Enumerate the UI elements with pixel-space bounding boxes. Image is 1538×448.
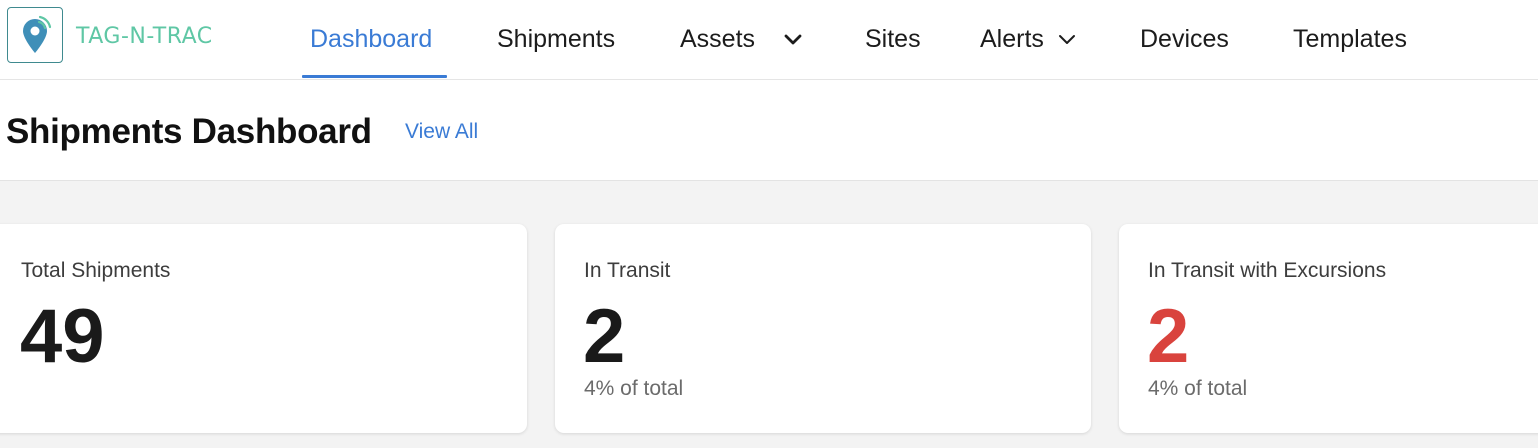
page-title: Shipments Dashboard [6,112,372,151]
chevron-down-icon[interactable] [784,34,802,46]
nav-templates[interactable]: Templates [1293,0,1407,79]
nav-devices[interactable]: Devices [1140,0,1229,79]
card-label: Total Shipments [21,259,171,282]
page-header: Shipments Dashboard View All [0,80,1538,181]
card-subtext: 4% of total [1148,377,1248,400]
card-in-transit-excursions[interactable]: In Transit with Excursions 2 4% of total [1119,224,1538,433]
nav-assets[interactable]: Assets [680,0,802,79]
card-value: 2 [1147,294,1190,379]
brand-logo[interactable] [7,7,63,63]
nav-sites[interactable]: Sites [865,0,921,79]
nav-active-indicator [302,75,447,78]
nav-dashboard[interactable]: Dashboard [310,0,432,79]
card-value: 2 [583,294,626,379]
top-nav: TAG-N-TRAC Dashboard Shipments Assets Si… [0,0,1538,80]
chevron-down-icon[interactable] [1058,34,1076,46]
location-pin-icon [23,15,52,53]
card-in-transit[interactable]: In Transit 2 4% of total [555,224,1091,433]
card-label: In Transit with Excursions [1148,259,1387,282]
card-total-shipments[interactable]: Total Shipments 49 [0,224,527,433]
dashboard-content: Total Shipments 49 In Transit 2 4% of to… [0,181,1538,448]
card-label: In Transit [584,259,671,282]
nav-alerts-label: Alerts [980,25,1044,53]
brand-name: TAG-N-TRAC [76,24,213,49]
card-value: 49 [20,294,105,379]
nav-assets-label: Assets [680,25,756,53]
view-all-link[interactable]: View All [405,117,478,147]
card-subtext: 4% of total [584,377,684,400]
nav-alerts[interactable]: Alerts [980,0,1076,79]
nav-shipments[interactable]: Shipments [497,0,615,79]
